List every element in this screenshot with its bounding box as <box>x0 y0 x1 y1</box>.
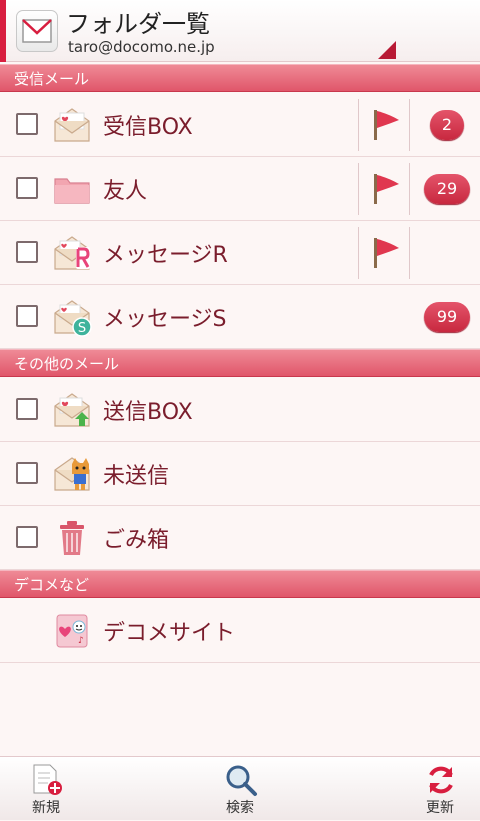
folder-icon <box>52 169 92 209</box>
flag-button[interactable] <box>358 227 410 279</box>
row-checkbox[interactable] <box>16 177 38 199</box>
unread-count-badge: 2 <box>430 110 464 140</box>
search-button[interactable]: 検索 <box>200 757 280 821</box>
search-icon <box>226 765 257 796</box>
row-checkbox[interactable] <box>16 305 38 327</box>
section-header-deco: デコメなど <box>0 570 480 598</box>
section-header-inbox: 受信メール <box>0 64 480 92</box>
refresh-button[interactable]: 更新 <box>400 757 480 821</box>
trash-can-icon <box>52 518 92 558</box>
folder-label: 送信BOX <box>103 400 193 425</box>
folder-row-friends[interactable]: 友人 29 <box>0 157 480 221</box>
folder-row-message-s[interactable]: S メッセージS 99 <box>0 285 480 349</box>
unread-count-badge: 99 <box>424 302 470 332</box>
unread-count-badge: 29 <box>424 174 470 204</box>
message-r-envelope-icon <box>52 233 92 273</box>
svg-text:S: S <box>78 321 86 336</box>
section-header-other: その他のメール <box>0 349 480 377</box>
header-accent-bar <box>0 0 6 62</box>
unsent-character-envelope-icon <box>52 454 92 494</box>
folder-label: 未送信 <box>103 464 170 489</box>
row-checkbox[interactable] <box>16 241 38 263</box>
folder-row-trash[interactable]: ごみ箱 <box>0 506 480 570</box>
page-title: フォルダ一覧 <box>66 10 210 38</box>
mail-app-icon <box>16 10 58 52</box>
flag-button[interactable] <box>358 163 410 215</box>
folder-label: メッセージS <box>103 307 227 332</box>
new-mail-button[interactable]: 新規 <box>6 757 86 821</box>
refresh-label: 更新 <box>426 800 454 816</box>
folder-row-outbox[interactable]: 送信BOX <box>0 378 480 442</box>
folder-row-message-r[interactable]: メッセージR <box>0 221 480 285</box>
folder-row-deco-site[interactable]: ♪ デコメサイト <box>0 599 480 663</box>
new-mail-label: 新規 <box>32 800 60 816</box>
bottom-action-bar: 新規 検索 更新 <box>0 756 480 820</box>
row-checkbox[interactable] <box>16 398 38 420</box>
svg-text:♪: ♪ <box>78 636 84 646</box>
folder-label: デコメサイト <box>103 621 236 646</box>
row-checkbox[interactable] <box>16 462 38 484</box>
refresh-icon <box>429 766 453 794</box>
row-checkbox[interactable] <box>16 526 38 548</box>
folder-label: 受信BOX <box>103 115 193 140</box>
new-mail-icon <box>33 764 62 795</box>
folder-label: メッセージR <box>103 243 228 268</box>
deco-site-icon: ♪ <box>52 611 92 651</box>
folder-label: 友人 <box>103 179 148 204</box>
folder-label: ごみ箱 <box>103 528 170 553</box>
flag-button[interactable] <box>358 99 410 151</box>
account-address: taro@docomo.ne.jp <box>68 38 215 56</box>
account-switch-triangle-icon[interactable] <box>378 41 396 59</box>
app-header: フォルダ一覧 taro@docomo.ne.jp <box>0 0 480 62</box>
envelope-icon <box>52 105 92 145</box>
message-s-envelope-icon: S <box>52 297 92 337</box>
row-checkbox[interactable] <box>16 113 38 135</box>
search-label: 検索 <box>226 800 254 816</box>
folder-row-unsent[interactable]: 未送信 <box>0 442 480 506</box>
folder-row-inbox[interactable]: 受信BOX 2 <box>0 93 480 157</box>
outbox-envelope-icon <box>52 390 92 430</box>
